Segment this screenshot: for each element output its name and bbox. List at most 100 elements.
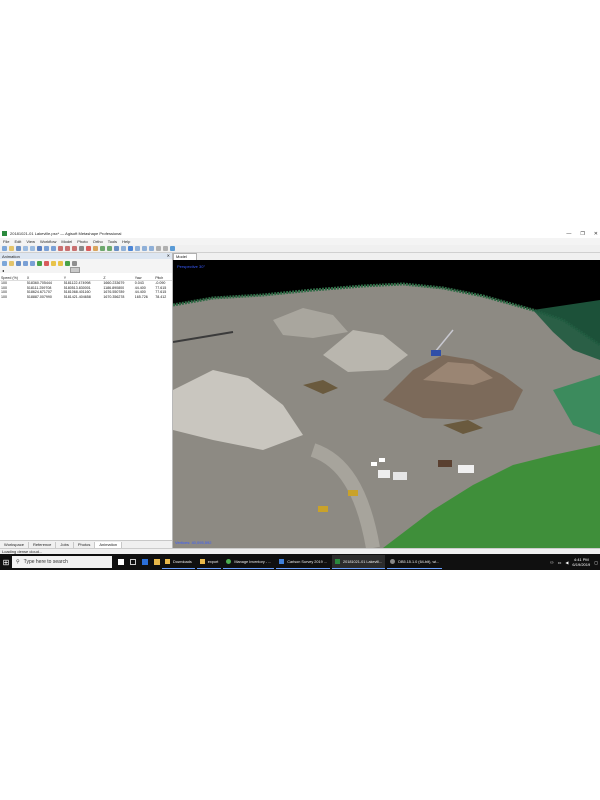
- menu-model[interactable]: Model: [61, 239, 72, 244]
- table-cell: 518887.007990: [26, 294, 52, 299]
- trailer-1: [378, 470, 390, 478]
- move-region-icon[interactable]: [58, 246, 63, 251]
- open-track-icon[interactable]: [9, 260, 14, 266]
- show-markers-icon[interactable]: [163, 246, 168, 251]
- taskbar-item-db5[interactable]: DB5.15.1.0 (64-bit), wi...: [387, 555, 443, 569]
- dense-cloud-icon[interactable]: [128, 246, 133, 251]
- system-tray: ⚇ ▭ ◀ 4:41 PM 6/19/2019 ▢: [550, 554, 598, 570]
- open-project-icon[interactable]: [9, 246, 14, 251]
- zoom-in-icon[interactable]: [100, 246, 105, 251]
- vehicle-2: [379, 458, 385, 462]
- move-up-icon[interactable]: [51, 260, 56, 266]
- pinned-icons: [118, 559, 160, 565]
- close-panel-icon[interactable]: ✕: [167, 253, 170, 258]
- metashape-icon: [334, 559, 340, 564]
- delete-keyframe-icon[interactable]: [44, 260, 49, 266]
- crane-body: [431, 350, 441, 356]
- task-view-icon[interactable]: [130, 559, 136, 565]
- table-row[interactable]: 100 518887.007990 5181421.404658 1670.35…: [0, 295, 172, 300]
- chrome-icon: [226, 559, 232, 564]
- rotate-region-icon[interactable]: [72, 246, 77, 251]
- delete-selection-icon[interactable]: [86, 246, 91, 251]
- panel-title: Animation: [2, 253, 20, 259]
- file-explorer-icon[interactable]: [154, 559, 160, 565]
- dem-icon[interactable]: [149, 246, 154, 251]
- menu-edit[interactable]: Edit: [14, 239, 21, 244]
- volume-icon[interactable]: ◀: [565, 560, 568, 565]
- close-button[interactable]: ✕: [594, 231, 598, 237]
- redo-icon[interactable]: [30, 246, 35, 251]
- new-project-icon[interactable]: [2, 246, 7, 251]
- taskbar-item-chrome[interactable]: Manage Inventory - ...: [223, 555, 275, 569]
- edge-browser-icon[interactable]: [142, 559, 148, 565]
- rectangle-selection-icon[interactable]: [44, 246, 49, 251]
- undo-icon[interactable]: [23, 246, 28, 251]
- keyframe-table: Speed (%) X Y Z Yaw Pitch 100 518360.705…: [0, 275, 172, 299]
- menu-file[interactable]: File: [3, 239, 9, 244]
- save-track-icon[interactable]: [16, 260, 21, 266]
- mesh-icon[interactable]: [135, 246, 140, 251]
- vertex-count-label: Vertices: 40,095,592: [175, 540, 212, 545]
- menu-help[interactable]: Help: [122, 239, 130, 244]
- taskbar-item-label: Manage Inventory - ...: [234, 559, 272, 564]
- panel-header: Animation ✕: [0, 253, 172, 259]
- microphone-icon[interactable]: [118, 559, 124, 565]
- minimize-button[interactable]: —: [566, 231, 571, 237]
- table-cell: 78.412: [155, 294, 167, 299]
- insert-keyframe-icon[interactable]: [30, 260, 35, 266]
- trailer-2: [393, 472, 407, 480]
- save-project-icon[interactable]: [16, 246, 21, 251]
- navigation-icon[interactable]: [37, 246, 42, 251]
- taskbar-item-carlson[interactable]: Carlson Survey 2019 ...: [276, 555, 330, 569]
- append-keyframe-icon[interactable]: [23, 260, 28, 266]
- menu-tools[interactable]: Tools: [108, 239, 117, 244]
- crop-selection-icon[interactable]: [93, 246, 98, 251]
- ruler-icon[interactable]: [79, 246, 84, 251]
- windows-start-icon[interactable]: ⊞: [0, 554, 12, 570]
- people-icon[interactable]: ⚇: [550, 560, 554, 565]
- show-cameras-icon[interactable]: [156, 246, 161, 251]
- resize-region-icon[interactable]: [65, 246, 70, 251]
- menu-ortho[interactable]: Ortho: [93, 239, 103, 244]
- taskbar-clock[interactable]: 4:41 PM 6/19/2019: [572, 557, 590, 567]
- taskbar-item-downloads[interactable]: Downloads: [162, 555, 195, 569]
- point-cloud-icon[interactable]: [121, 246, 126, 251]
- 3d-viewport[interactable]: Perspective 30° Vertices: 40,095,592: [173, 260, 600, 548]
- taskbar-search-box[interactable]: ⚲ Type here to search: [12, 556, 112, 568]
- settings-icon[interactable]: [72, 260, 77, 266]
- notification-icon[interactable]: ▢: [594, 560, 598, 565]
- taskbar-item-label: Downloads: [173, 559, 192, 564]
- trailer-3: [458, 465, 474, 473]
- taskbar-item-export[interactable]: export: [196, 555, 222, 569]
- capture-video-icon[interactable]: [65, 260, 70, 266]
- menu-photo[interactable]: Photo: [77, 239, 87, 244]
- tab-model[interactable]: Model: [173, 253, 197, 260]
- network-icon[interactable]: ▭: [558, 560, 562, 565]
- new-track-icon[interactable]: [2, 260, 7, 266]
- app-screenshot: 20181021-01 Lakeville.psx* — Agisoft Met…: [0, 229, 600, 570]
- container: [438, 460, 452, 467]
- carlson-icon: [279, 559, 285, 564]
- track-slider[interactable]: ◂: [0, 267, 172, 273]
- db-icon: [390, 559, 396, 564]
- show-region-icon[interactable]: [170, 246, 175, 251]
- menu-workflow[interactable]: Workflow: [40, 239, 56, 244]
- circle-selection-icon[interactable]: [51, 246, 56, 251]
- taskbar-item-metashape[interactable]: 20181021-01 Lakevill...: [331, 555, 386, 569]
- windows-taskbar: ⊞ ⚲ Type here to search Downloads export…: [0, 554, 600, 570]
- metashape-app-icon: [2, 231, 7, 236]
- play-icon[interactable]: [37, 260, 42, 266]
- taskbar-item-label: Carlson Survey 2019 ...: [287, 559, 327, 564]
- move-down-icon[interactable]: [58, 260, 63, 266]
- search-placeholder: Type here to search: [23, 559, 68, 565]
- zoom-out-icon[interactable]: [107, 246, 112, 251]
- menu-view[interactable]: View: [26, 239, 35, 244]
- reset-view-icon[interactable]: [114, 246, 119, 251]
- slider-handle[interactable]: [70, 267, 80, 273]
- loader-2: [318, 506, 328, 512]
- chevron-left-icon[interactable]: ◂: [2, 268, 4, 273]
- table-cell: 5181421.404658: [63, 294, 91, 299]
- tiled-model-icon[interactable]: [142, 246, 147, 251]
- maximize-button[interactable]: ❐: [580, 231, 584, 237]
- window-controls: — ❐ ✕: [566, 229, 598, 238]
